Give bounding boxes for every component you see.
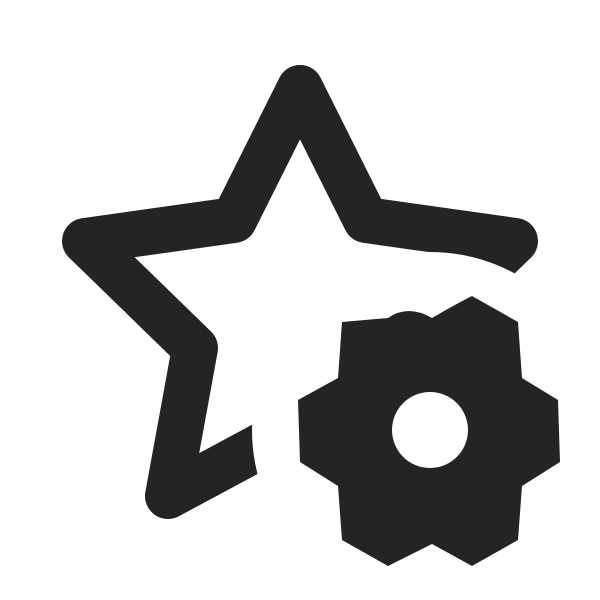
- star-settings-icon: [62, 65, 560, 566]
- icon-canvas: [0, 0, 600, 600]
